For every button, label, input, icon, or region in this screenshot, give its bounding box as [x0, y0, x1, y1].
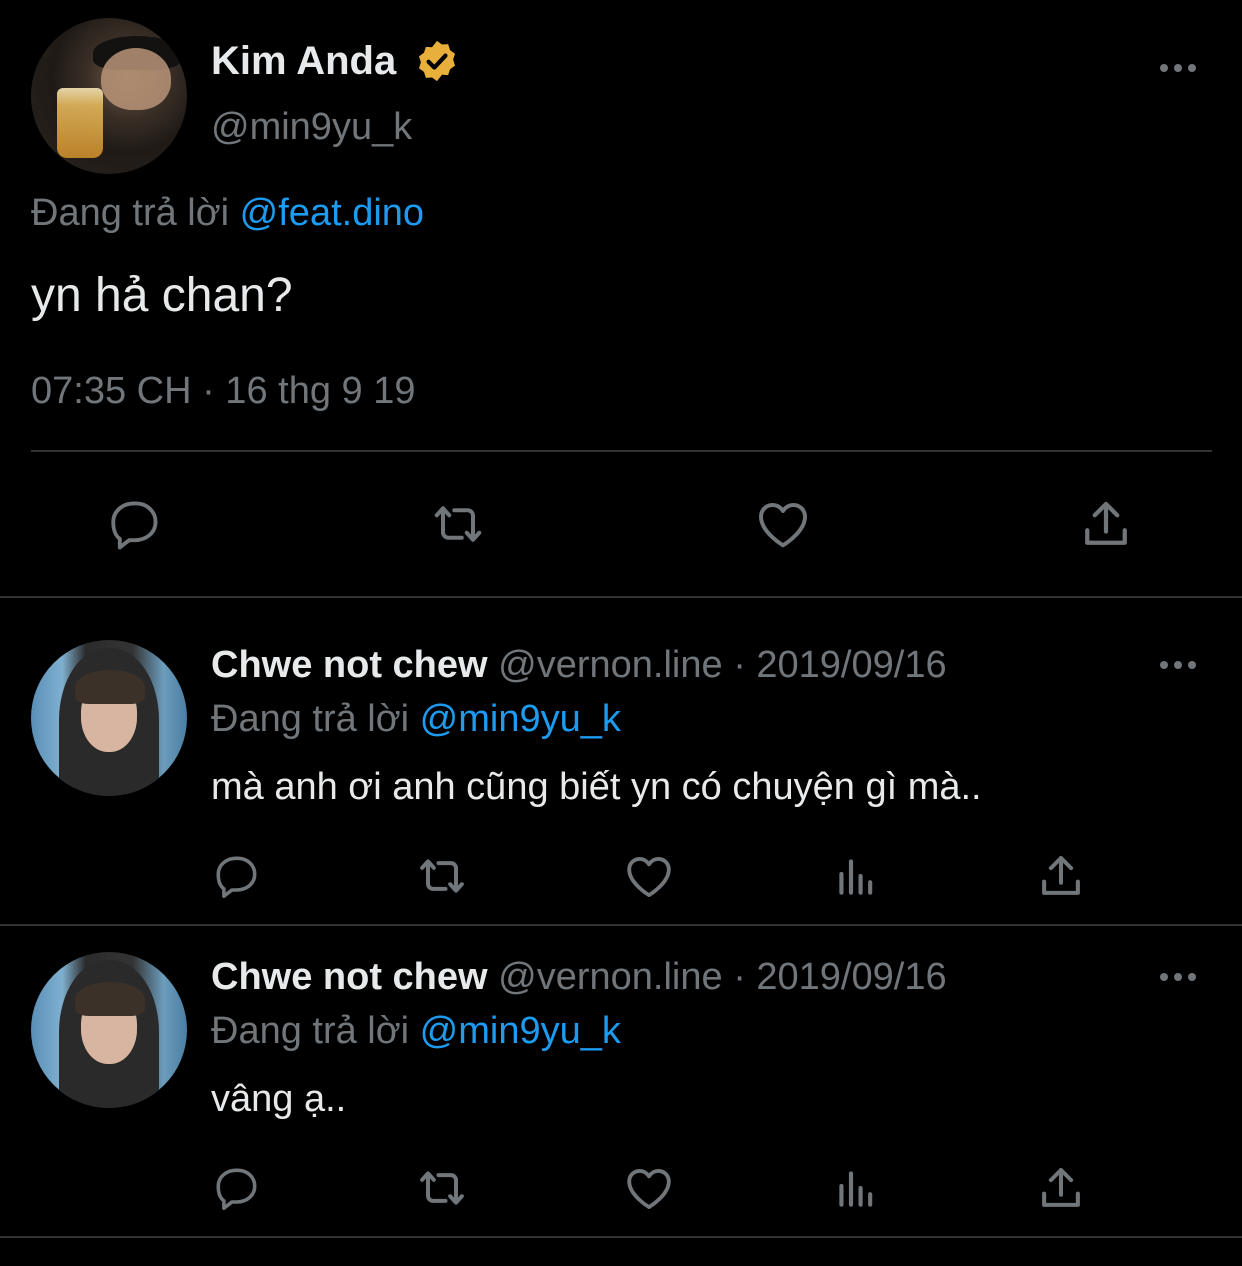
- like-icon: [627, 1168, 671, 1210]
- reply-button[interactable]: [207, 1158, 267, 1218]
- share-icon: [1042, 1167, 1080, 1207]
- avatar-face: [101, 48, 171, 110]
- analytics-icon: [839, 1171, 873, 1207]
- reply-icon: [216, 856, 257, 898]
- replying-to-link[interactable]: @feat.dino: [240, 192, 424, 234]
- replying-to-line: Đang trả lời @min9yu_k: [211, 1008, 621, 1054]
- reply-text: mà anh ơi anh cũng biết yn có chuyện gì …: [211, 766, 982, 808]
- avatar[interactable]: [31, 18, 187, 174]
- divider: [0, 924, 1242, 926]
- author-name-text: Kim Anda: [211, 39, 397, 83]
- reply-header: Chwe not chew @vernon.line · 2019/09/16: [211, 954, 947, 1000]
- divider: [31, 450, 1212, 452]
- more-icon[interactable]: [1160, 973, 1198, 983]
- reply-button[interactable]: [105, 494, 165, 554]
- retweet-icon: [420, 859, 464, 893]
- avatar-beer-glass: [57, 88, 103, 158]
- retweet-button[interactable]: [412, 1158, 472, 1218]
- more-icon[interactable]: [1160, 64, 1198, 74]
- author-handle[interactable]: @min9yu_k: [211, 104, 412, 150]
- share-button[interactable]: [1076, 494, 1136, 554]
- analytics-button[interactable]: [826, 1158, 886, 1218]
- like-button[interactable]: [753, 494, 813, 554]
- reply-handle[interactable]: @vernon.line: [498, 644, 722, 686]
- avatar-hair: [75, 982, 145, 1016]
- replying-to-link[interactable]: @min9yu_k: [420, 698, 621, 740]
- retweet-icon: [420, 1171, 464, 1205]
- avatar[interactable]: [31, 640, 187, 796]
- retweet-button[interactable]: [428, 494, 488, 554]
- like-icon: [759, 503, 807, 548]
- replying-to-label: Đang trả lời: [211, 698, 410, 740]
- reply-icon: [111, 501, 158, 550]
- divider: [0, 1236, 1242, 1238]
- reply-icon: [216, 1168, 257, 1210]
- replying-to-line: Đang trả lời @feat.dino: [31, 190, 424, 236]
- reply-date[interactable]: · 2019/09/16: [733, 644, 946, 686]
- like-button[interactable]: [619, 1158, 679, 1218]
- reply-text: vâng ạ..: [211, 1078, 347, 1120]
- verified-badge-icon: [414, 38, 460, 84]
- retweet-icon: [434, 506, 482, 542]
- share-icon: [1085, 501, 1127, 545]
- avatar-hair: [75, 670, 145, 704]
- more-icon[interactable]: [1160, 661, 1198, 671]
- like-button[interactable]: [619, 846, 679, 906]
- replying-to-label: Đang trả lời: [31, 192, 230, 234]
- divider: [0, 596, 1242, 598]
- reply-date[interactable]: · 2019/09/16: [733, 956, 946, 998]
- analytics-icon: [839, 859, 873, 895]
- reply-display-name[interactable]: Chwe not chew: [211, 956, 488, 998]
- like-icon: [627, 856, 671, 898]
- reply-display-name[interactable]: Chwe not chew: [211, 644, 488, 686]
- reply-handle[interactable]: @vernon.line: [498, 956, 722, 998]
- replying-to-line: Đang trả lời @min9yu_k: [211, 696, 621, 742]
- share-button[interactable]: [1031, 846, 1091, 906]
- tweet-timestamp[interactable]: 07:35 CH · 16 thg 9 19: [31, 368, 415, 414]
- avatar[interactable]: [31, 952, 187, 1108]
- retweet-button[interactable]: [412, 846, 472, 906]
- analytics-button[interactable]: [826, 846, 886, 906]
- replying-to-link[interactable]: @min9yu_k: [420, 1010, 621, 1052]
- replying-to-label: Đang trả lời: [211, 1010, 410, 1052]
- author-display-name[interactable]: Kim Anda: [211, 38, 396, 84]
- reply-button[interactable]: [207, 846, 267, 906]
- tweet-text: yn hả chan?: [31, 269, 293, 322]
- share-button[interactable]: [1031, 1158, 1091, 1218]
- reply-header: Chwe not chew @vernon.line · 2019/09/16: [211, 642, 947, 688]
- share-icon: [1042, 855, 1080, 895]
